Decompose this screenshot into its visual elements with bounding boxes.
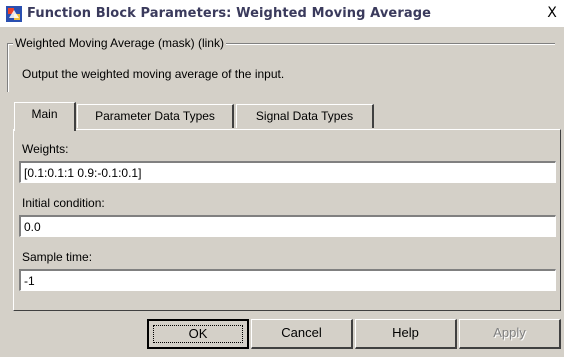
initial-condition-field[interactable] — [19, 215, 556, 237]
apply-button[interactable]: Apply — [459, 319, 561, 349]
ok-button[interactable]: OK — [147, 319, 249, 349]
window-title: Function Block Parameters: Weighted Movi… — [27, 6, 432, 21]
sample-time-field[interactable] — [19, 269, 556, 291]
help-button[interactable]: Help — [355, 319, 457, 349]
sample-time-label: Sample time: — [22, 250, 93, 264]
tab-main[interactable]: Main — [14, 102, 76, 131]
weights-field[interactable] — [19, 161, 556, 183]
close-icon[interactable]: X — [544, 5, 560, 21]
dialog-window: Function Block Parameters: Weighted Movi… — [0, 0, 564, 357]
group-legend: Weighted Moving Average (mask) (link) — [13, 36, 226, 50]
weights-label: Weights: — [22, 142, 69, 156]
tab-signal-data-types[interactable]: Signal Data Types — [236, 104, 374, 128]
focus-rectangle — [153, 325, 243, 343]
block-description: Output the weighted moving average of th… — [22, 67, 285, 81]
simulink-block-icon — [6, 6, 22, 22]
initial-condition-label: Initial condition: — [22, 196, 105, 210]
title-bar[interactable]: Function Block Parameters: Weighted Movi… — [0, 0, 564, 27]
tab-parameter-data-types[interactable]: Parameter Data Types — [77, 104, 234, 128]
cancel-button[interactable]: Cancel — [251, 319, 353, 349]
